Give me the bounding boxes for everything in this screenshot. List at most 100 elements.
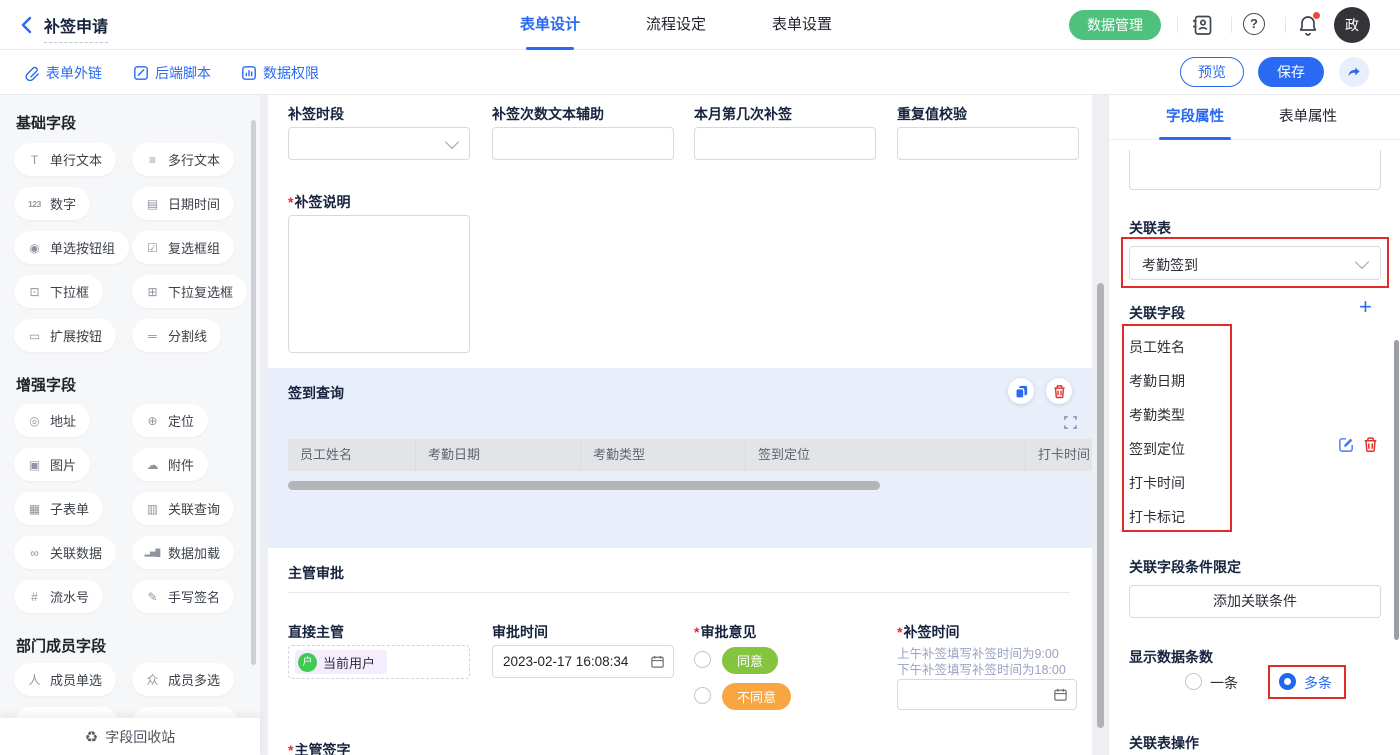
item-label: 下拉复选框 [168,282,233,301]
add-field-icon[interactable]: + [1359,294,1372,320]
top-nav: 表单设计 流程设定 表单设置 [520,0,832,50]
divider [1231,17,1232,33]
agree-radio[interactable] [694,651,711,668]
related-field-item[interactable]: 打卡标记 [1129,507,1185,527]
backend-script-button[interactable]: 后端脚本 [133,50,211,95]
calendar-icon: ▤ [144,197,161,211]
trash-icon [1362,436,1379,453]
column-header: 员工姓名 [288,439,416,471]
sidebar-item-single-line-text[interactable]: T单行文本 [14,143,116,176]
sidebar-item-signature[interactable]: ✎手写签名 [132,580,234,613]
page-title[interactable]: 补签申请 [44,13,108,43]
field-label-manager-signature: 主管签字 [288,740,350,755]
sidebar-item-serial-number[interactable]: #流水号 [14,580,103,613]
sidebar-scrollbar[interactable] [251,120,256,665]
sidebar-item-member-single[interactable]: 人成员单选 [14,663,116,696]
related-table-select[interactable]: 考勤签到 [1129,246,1381,280]
expand-icon[interactable] [1063,415,1078,430]
sidebar-item-data-load[interactable]: ▂▅█ 数据加载 [132,536,234,569]
resign-period-select[interactable] [288,127,470,160]
canvas-scrollbar[interactable] [1097,283,1104,728]
sidebar-item-multi-line-text[interactable]: ≡多行文本 [132,143,234,176]
sidebar-item-member-multi[interactable]: 众成员多选 [132,663,234,696]
current-user-tag[interactable]: 户 当前用户 [295,650,387,674]
sidebar-item-subform[interactable]: ▦子表单 [14,492,103,525]
direct-manager-field[interactable]: 户 当前用户 [288,645,470,679]
disagree-option-pill[interactable]: 不同意 [722,683,791,710]
field-recycle-bin-button[interactable]: ♻ 字段回收站 [0,718,260,755]
item-label: 单选按钮组 [50,238,115,257]
bar-chart-icon: ▂▅█ [144,549,161,557]
single-record-radio[interactable] [1185,673,1202,690]
sidebar-item-checkbox-group[interactable]: ☑复选框组 [132,231,234,264]
copy-icon [1014,384,1029,399]
related-field-item[interactable]: 员工姓名 [1129,337,1185,357]
signin-query-section[interactable]: 签到查询 员工姓名 考勤日期 考勤类型 签到定位 打卡时间 [268,368,1092,548]
tab-form-design[interactable]: 表单设计 [520,0,580,50]
tab-flow-setting[interactable]: 流程设定 [646,0,706,50]
sidebar-item-radio-group[interactable]: ◉单选按钮组 [14,231,129,264]
user-tag-label: 当前用户 [323,653,375,672]
approve-time-input[interactable]: 2023-02-17 16:08:34 [492,645,674,678]
user-avatar[interactable]: 政 [1334,7,1370,43]
field-label-direct-manager: 直接主管 [288,622,344,642]
add-condition-button[interactable]: 添加关联条件 [1129,585,1381,618]
related-field-item[interactable]: 打卡时间 [1129,473,1185,493]
form-toolbar: 表单外链 后端脚本 数据权限 预览 保存 [0,50,1400,95]
resign-time-input[interactable] [897,679,1077,710]
multi-record-label[interactable]: 多条 [1304,673,1332,693]
sidebar-item-divider[interactable]: ═分割线 [132,319,221,352]
resign-count-helper-input[interactable] [492,127,674,160]
sidebar-item-attachment[interactable]: ☁附件 [132,448,208,481]
related-field-item[interactable]: 考勤日期 [1129,371,1185,391]
duplicate-check-input[interactable] [897,127,1079,160]
title-input-partial[interactable] [1129,150,1381,190]
save-button[interactable]: 保存 [1258,57,1324,87]
contacts-book-icon[interactable] [1190,13,1214,37]
preview-button[interactable]: 预览 [1180,57,1244,87]
resign-remark-textarea[interactable] [288,215,470,353]
sidebar-item-datetime[interactable]: ▤日期时间 [132,187,234,220]
sidebar-item-address[interactable]: ◎地址 [14,404,90,437]
edit-fields-button[interactable] [1338,436,1355,453]
image-icon: ▣ [26,458,43,472]
table-horizontal-scrollbar[interactable] [288,481,880,490]
tab-field-properties[interactable]: 字段属性 [1166,95,1224,140]
multi-record-radio[interactable] [1279,673,1296,690]
agree-option-pill[interactable]: 同意 [722,647,778,674]
delete-widget-button[interactable] [1046,378,1072,404]
delete-fields-button[interactable] [1362,436,1379,453]
item-label: 数字 [50,194,76,213]
disagree-radio[interactable] [694,687,711,704]
person-icon: 人 [26,671,43,688]
tab-form-properties[interactable]: 表单属性 [1279,95,1337,140]
data-permission-button[interactable]: 数据权限 [241,50,319,95]
nth-resign-input[interactable] [694,127,876,160]
item-label: 定位 [168,411,194,430]
single-record-label[interactable]: 一条 [1210,673,1238,693]
item-label: 数据加载 [168,543,220,562]
sidebar-item-related-data[interactable]: ∞关联数据 [14,536,116,569]
tab-form-setting[interactable]: 表单设置 [772,0,832,50]
back-button[interactable] [16,14,38,36]
related-field-item[interactable]: 签到定位 [1129,439,1185,459]
sidebar-item-extend-button[interactable]: ▭扩展按钮 [14,319,116,352]
share-button[interactable] [1339,57,1369,87]
field-label-resign-remark: 补签说明 [288,192,350,212]
item-label: 成员多选 [168,670,220,689]
help-icon[interactable]: ? [1243,13,1265,35]
sidebar-item-image[interactable]: ▣图片 [14,448,90,481]
related-field-item[interactable]: 考勤类型 [1129,405,1185,425]
sidebar-item-number[interactable]: 123 数字 [14,187,90,220]
item-label: 地址 [50,411,76,430]
copy-widget-button[interactable] [1008,378,1034,404]
number-icon: 123 [26,199,43,209]
data-manage-button[interactable]: 数据管理 [1069,10,1161,40]
sidebar-item-location[interactable]: ⊕定位 [132,404,208,437]
form-external-link-button[interactable]: 表单外链 [24,50,102,95]
sidebar-item-multi-dropdown[interactable]: ⊞下拉复选框 [132,275,247,308]
sidebar-item-dropdown[interactable]: ⊡下拉框 [14,275,103,308]
tab-label: 表单设计 [520,16,580,33]
sidebar-item-related-query[interactable]: ▥关联查询 [132,492,234,525]
panel-scrollbar[interactable] [1394,340,1399,640]
